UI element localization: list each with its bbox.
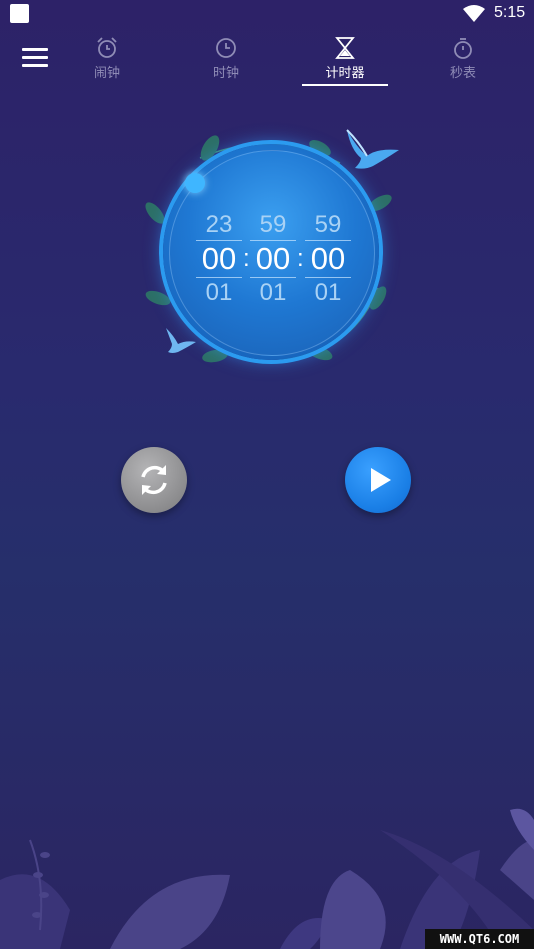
status-time: 5:15	[494, 4, 526, 21]
status-bar: 5:15	[0, 0, 534, 28]
hours-picker[interactable]: 23 00 01	[196, 210, 242, 308]
hours-next: 01	[205, 279, 233, 306]
timer-dial-handle[interactable]	[185, 173, 205, 193]
minutes-next: 01	[259, 279, 287, 306]
tab-timer-label: 计时器	[325, 66, 365, 81]
refresh-icon	[141, 465, 167, 495]
hours-current: 00	[196, 240, 242, 278]
notification-icon	[10, 4, 29, 23]
tab-clock-label: 时钟	[212, 66, 239, 81]
minutes-picker[interactable]: 59 00 01	[250, 210, 296, 308]
seconds-current: 00	[305, 240, 351, 278]
alarm-clock-icon	[97, 37, 117, 58]
tab-stopwatch-label: 秒表	[449, 66, 476, 81]
active-tab-indicator	[302, 84, 388, 86]
bird-illustration	[166, 328, 196, 353]
seconds-picker[interactable]: 59 00 01	[305, 210, 351, 308]
stopwatch-icon	[454, 38, 472, 59]
wifi-icon	[463, 5, 485, 22]
tab-clock[interactable]: 时钟	[181, 36, 271, 88]
hourglass-icon	[335, 37, 355, 59]
bird-illustration	[346, 129, 399, 169]
menu-icon[interactable]	[22, 48, 48, 70]
minutes-current: 00	[250, 240, 296, 278]
leaves-decoration	[0, 808, 534, 949]
clock-icon	[216, 38, 236, 58]
hours-prev: 23	[205, 211, 233, 238]
reset-button[interactable]	[121, 447, 187, 513]
tab-alarm-label: 闹钟	[93, 66, 120, 81]
play-icon	[371, 468, 391, 492]
separator: :	[243, 245, 250, 272]
tab-alarm[interactable]: 闹钟	[62, 36, 152, 88]
seconds-next: 01	[314, 279, 342, 306]
minutes-prev: 59	[259, 211, 287, 238]
watermark: WWW.QT6.COM	[425, 929, 534, 949]
tab-stopwatch[interactable]: 秒表	[418, 36, 508, 88]
seconds-prev: 59	[314, 211, 342, 238]
separator: :	[297, 245, 304, 272]
play-button[interactable]	[345, 447, 411, 513]
tab-timer[interactable]: 计时器	[300, 36, 390, 88]
